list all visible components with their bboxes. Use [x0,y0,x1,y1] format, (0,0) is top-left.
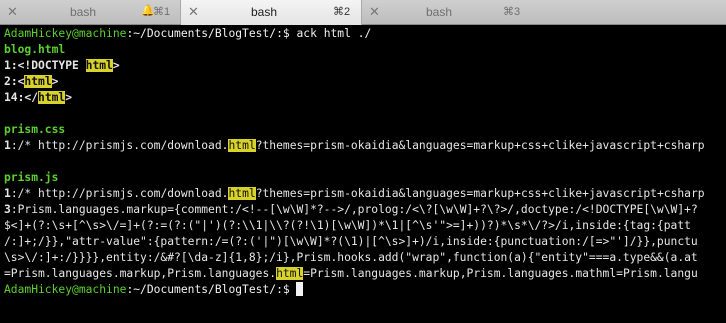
line-number: 2 [4,75,11,88]
tab-bash-3[interactable]: ✕ bash ⌘3 [362,0,726,24]
line-text: > [112,59,120,72]
prompt-user: AdamHickey@machine [4,27,127,40]
terminal-output[interactable]: AdamHickey@machine:~/Documents/BlogTest/… [0,26,726,323]
match-highlight: html [228,139,256,152]
line-text: =Prism.languages.markup,Prism.languages.… [303,267,698,280]
tab-bash-1[interactable]: ✕ bash 🔔 ⌘1 [0,0,181,24]
close-icon[interactable]: ✕ [369,4,380,20]
close-icon[interactable]: ✕ [7,4,18,20]
tab-title: bash [70,5,97,19]
match-highlight: html [228,187,256,200]
prompt-path: :~/Documents/BlogTest/: [126,283,283,296]
tab-title: bash [251,5,278,19]
wrapped-line: /:]+;/}},"attr-value":{pattern:/=(?:('|"… [4,235,698,248]
close-icon[interactable]: ✕ [188,4,199,20]
tab-shortcut: ⌘2 [333,6,351,18]
line-text: :< [10,75,25,88]
line-number: 14 [4,91,18,104]
match-highlight: html [85,59,113,72]
file-name: prism.css [4,123,66,136]
prompt-symbol: $ [282,27,290,40]
line-text: > [51,75,59,88]
line-text: :</ [17,91,39,104]
prompt-symbol: $ [282,283,297,296]
tab-shortcut: ⌘1 [153,6,171,18]
result-line: 3:Prism.languages.markup={comment:/<!--[… [4,202,698,218]
line-number: 1 [4,59,11,72]
result-line: 14:</html> [4,90,72,106]
text-cursor [296,282,304,296]
line-number: 3 [4,203,11,216]
wrapped-line: \s>\/:]+:/}}}},entity:/&#?[\da-z]{1,8};/… [4,251,698,264]
line-text: ?themes=prism-okaidia&languages=markup+c… [255,187,705,200]
result-line: 2:<html> [4,74,58,90]
result-file: prism.css [4,122,65,138]
line-text: :/* http://prismjs.com/download. [10,187,229,200]
wrapped-line: =Prism.languages.markup,Prism.languages.… [4,266,698,282]
command-line: AdamHickey@machine:~/Documents/BlogTest/… [4,26,371,42]
prompt-user: AdamHickey@machine [4,283,127,296]
match-highlight: html [276,267,304,280]
final-prompt-line: AdamHickey@machine:~/Documents/BlogTest/… [4,282,304,298]
result-line: 1:/* http://prismjs.com/download.html?th… [4,186,705,202]
line-text: =Prism.languages.markup,Prism.languages. [4,267,277,280]
command-text: ack html ./ [289,27,372,40]
line-text: :Prism.languages.markup={comment:/<!--[\… [10,203,698,216]
line-number: 1 [4,139,11,152]
tab-bar: ✕ bash 🔔 ⌘1 ✕ bash ⌘2 ✕ bash ⌘3 [0,0,726,25]
file-name: prism.js [4,171,59,184]
result-line: 1:<!DOCTYPE html> [4,58,120,74]
tab-shortcut: ⌘3 [503,6,521,18]
result-line: 1:/* http://prismjs.com/download.html?th… [4,138,705,154]
line-text: :<!DOCTYPE [10,59,86,72]
file-name: blog.html [4,43,66,56]
line-text: > [65,91,73,104]
line-text: ?themes=prism-okaidia&languages=markup+c… [255,139,705,152]
result-file: prism.js [4,170,58,186]
line-number: 1 [4,187,11,200]
wrapped-line: $<]+(?:\s+[^\s>\/=]+(?:=(?:("|')(?:\\1|\… [4,219,691,232]
result-file: blog.html [4,42,65,58]
match-highlight: html [24,75,52,88]
line-text: :/* http://prismjs.com/download. [10,139,229,152]
tab-title: bash [426,5,453,19]
tab-bash-2[interactable]: ✕ bash ⌘2 [181,0,362,25]
match-highlight: html [38,91,66,104]
prompt-path: :~/Documents/BlogTest/: [126,27,283,40]
